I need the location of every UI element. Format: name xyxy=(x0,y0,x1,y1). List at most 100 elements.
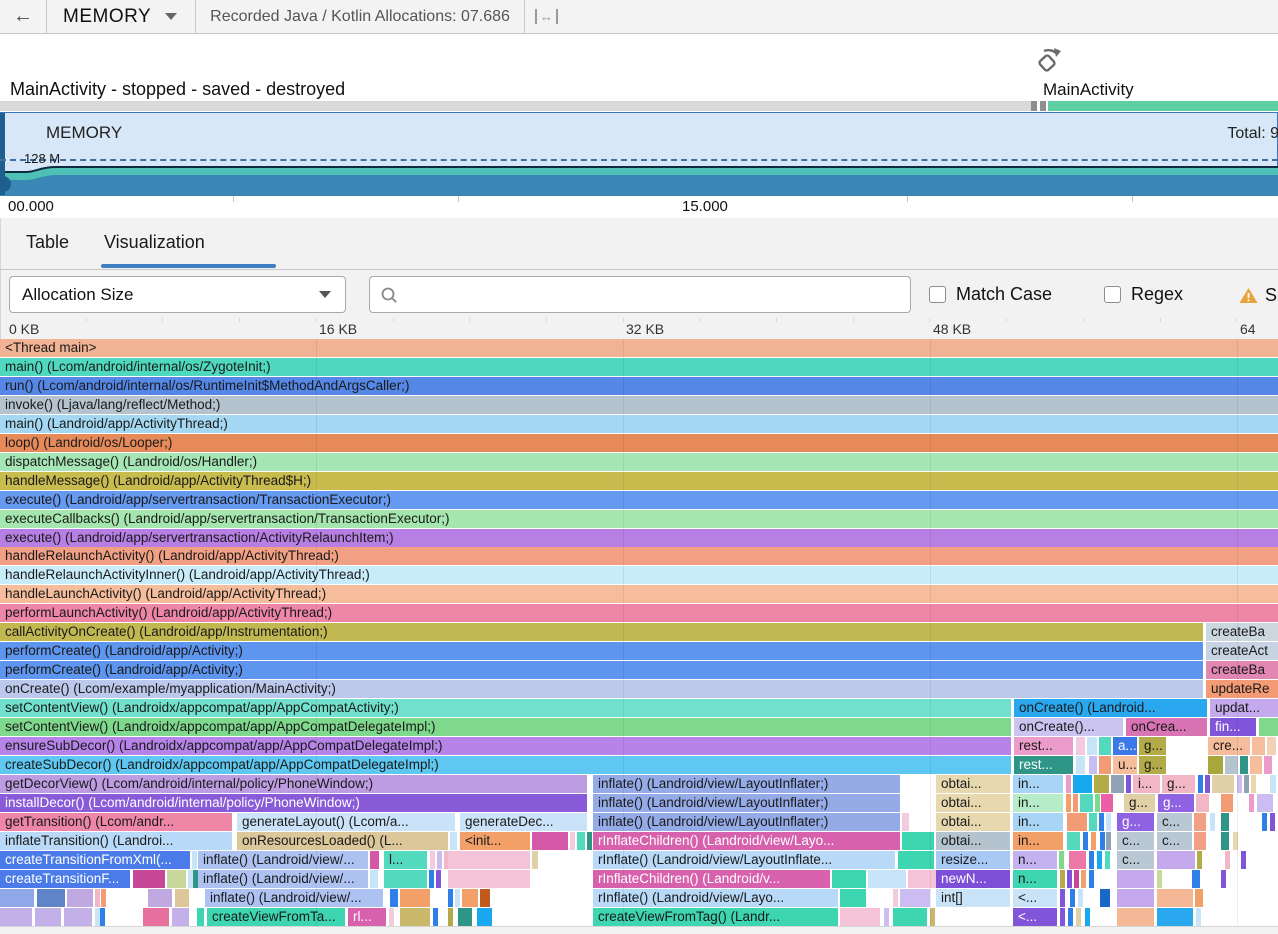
flame-segment[interactable] xyxy=(1237,775,1242,793)
flame-segment[interactable]: updat... xyxy=(1210,699,1278,717)
flame-segment[interactable]: g... xyxy=(1162,775,1195,793)
flame-segment[interactable] xyxy=(1250,756,1262,774)
allocation-metric-select[interactable]: Allocation Size xyxy=(9,276,346,313)
match-case-checkbox[interactable] xyxy=(929,286,946,303)
flame-segment[interactable]: createViewFromTag() (Landr... xyxy=(593,908,838,926)
flame-segment[interactable]: in... xyxy=(1013,813,1063,831)
flame-segment[interactable]: getDecorView() (Lcom/android/internal/po… xyxy=(0,775,587,793)
flame-segment[interactable] xyxy=(1089,813,1097,831)
flame-segment[interactable] xyxy=(0,889,34,907)
flame-segment[interactable]: rInflate() (Landroid/view/LayoutInflate.… xyxy=(593,851,895,869)
flame-segment[interactable]: execute() (Landroid/app/servertransactio… xyxy=(0,491,1278,509)
lifecycle-segment[interactable] xyxy=(1040,101,1046,111)
flame-segment[interactable] xyxy=(1221,870,1226,888)
flame-segment[interactable] xyxy=(1076,756,1085,774)
flame-segment[interactable]: callActivityOnCreate() (Landroid/app/Ins… xyxy=(0,623,1203,641)
flame-segment[interactable] xyxy=(1069,851,1086,869)
flame-segment[interactable] xyxy=(390,889,398,907)
flame-segment[interactable] xyxy=(1221,813,1229,831)
flame-segment[interactable] xyxy=(37,889,65,907)
flame-segment[interactable] xyxy=(429,870,434,888)
flame-segment[interactable] xyxy=(1078,889,1083,907)
flame-segment[interactable] xyxy=(900,889,930,907)
flame-segment[interactable]: createBa xyxy=(1206,623,1278,641)
flame-segment[interactable] xyxy=(1076,737,1085,755)
flame-segment[interactable]: rl... xyxy=(348,908,386,926)
flame-segment[interactable]: createSubDecor() (Landroidx/appcompat/ap… xyxy=(0,756,1011,774)
flame-segment[interactable]: handleRelaunchActivity() (Landroid/app/A… xyxy=(0,547,1278,565)
flame-segment[interactable] xyxy=(1205,775,1210,793)
flame-segment[interactable]: l... xyxy=(384,851,427,869)
flame-segment[interactable] xyxy=(1089,851,1094,869)
regex-option[interactable]: Regex xyxy=(1104,270,1183,318)
flame-segment[interactable] xyxy=(1157,851,1195,869)
flame-segment[interactable]: int[] xyxy=(936,889,1010,907)
flame-segment[interactable] xyxy=(1251,775,1256,793)
flame-segment[interactable] xyxy=(448,889,453,907)
flame-segment[interactable] xyxy=(1100,889,1110,907)
flame-segment[interactable] xyxy=(1126,775,1131,793)
flame-segment[interactable]: <init... xyxy=(460,832,530,850)
flame-segment[interactable] xyxy=(908,870,936,888)
flame-segment[interactable]: in... xyxy=(1013,794,1063,812)
flame-segment[interactable]: obtai... xyxy=(936,832,1010,850)
flame-segment[interactable] xyxy=(384,870,427,888)
flame-segment[interactable] xyxy=(1101,794,1113,812)
flame-segment[interactable] xyxy=(1157,870,1162,888)
flame-segment[interactable]: c... xyxy=(1157,832,1192,850)
flame-segment[interactable] xyxy=(868,870,906,888)
flame-segment[interactable] xyxy=(1210,813,1215,831)
flame-segment[interactable]: <... xyxy=(1013,908,1057,926)
flame-segment[interactable]: rInflateChildren() (Landroid/view/Layo..… xyxy=(593,832,900,850)
flame-segment[interactable] xyxy=(67,889,93,907)
flame-segment[interactable]: rest... xyxy=(1014,737,1073,755)
flame-segment[interactable]: inflateTransition() (Landroi... xyxy=(0,832,232,850)
flame-segment[interactable] xyxy=(577,832,585,850)
flame-segment[interactable]: <... xyxy=(1013,889,1057,907)
flame-segment[interactable]: invoke() (Ljava/lang/reflect/Method;) xyxy=(0,396,1278,414)
flame-segment[interactable]: g... xyxy=(1158,794,1194,812)
flame-segment[interactable]: in... xyxy=(1013,775,1063,793)
flame-segment[interactable] xyxy=(430,851,435,869)
flame-segment[interactable] xyxy=(1067,832,1080,850)
flame-segment[interactable] xyxy=(1073,775,1092,793)
flame-segment[interactable] xyxy=(437,851,442,869)
flame-segment[interactable] xyxy=(1257,794,1273,812)
range-handle[interactable] xyxy=(0,113,5,195)
flame-segment[interactable] xyxy=(1099,737,1111,755)
flame-segment[interactable]: rest... xyxy=(1014,756,1073,774)
flame-segment[interactable]: performCreate() (Landroid/app/Activity;) xyxy=(0,642,1203,660)
flame-segment[interactable] xyxy=(898,851,934,869)
flame-segment[interactable]: loop() (Landroid/os/Looper;) xyxy=(0,434,1278,452)
flame-segment[interactable] xyxy=(95,889,100,907)
flame-segment[interactable] xyxy=(893,908,927,926)
flame-segment[interactable] xyxy=(1083,832,1088,850)
flame-segment[interactable]: c... xyxy=(1117,832,1154,850)
flame-segment[interactable] xyxy=(1094,775,1109,793)
flame-segment[interactable] xyxy=(1067,813,1087,831)
flame-segment[interactable] xyxy=(1080,794,1093,812)
flame-segment[interactable]: u... xyxy=(1113,756,1137,774)
flame-segment[interactable] xyxy=(148,889,172,907)
flame-segment[interactable] xyxy=(1252,737,1265,755)
flame-segment[interactable] xyxy=(1117,908,1154,926)
flame-segment[interactable]: inflate() (Landroid/view/... xyxy=(198,851,368,869)
flame-segment[interactable]: main() (Lcom/android/internal/os/ZygoteI… xyxy=(0,358,1278,376)
flame-segment[interactable] xyxy=(1117,889,1154,907)
flame-segment[interactable] xyxy=(1073,794,1078,812)
flame-segment[interactable] xyxy=(1074,870,1079,888)
flame-segment[interactable] xyxy=(167,870,186,888)
flame-segment[interactable] xyxy=(448,870,530,888)
flame-segment[interactable]: setContentView() (Landroidx/appcompat/ap… xyxy=(0,699,1011,717)
flame-segment[interactable]: executeCallbacks() (Landroid/app/servert… xyxy=(0,510,1278,528)
flame-segment[interactable]: setContentView() (Landroidx/appcompat/ap… xyxy=(0,718,1011,736)
memory-range-panel[interactable]: MEMORY Total: 9 128 M xyxy=(0,112,1278,196)
flame-segment[interactable] xyxy=(1117,870,1154,888)
lifecycle-segment[interactable] xyxy=(1031,101,1037,111)
profiler-type-dropdown[interactable]: MEMORY xyxy=(47,0,195,34)
flame-segment[interactable]: inflate() (Landroid/view/... xyxy=(198,870,368,888)
flame-segment[interactable] xyxy=(1106,832,1111,850)
flame-segment[interactable] xyxy=(370,851,379,869)
flame-segment[interactable] xyxy=(133,870,165,888)
flame-segment[interactable] xyxy=(1060,889,1065,907)
